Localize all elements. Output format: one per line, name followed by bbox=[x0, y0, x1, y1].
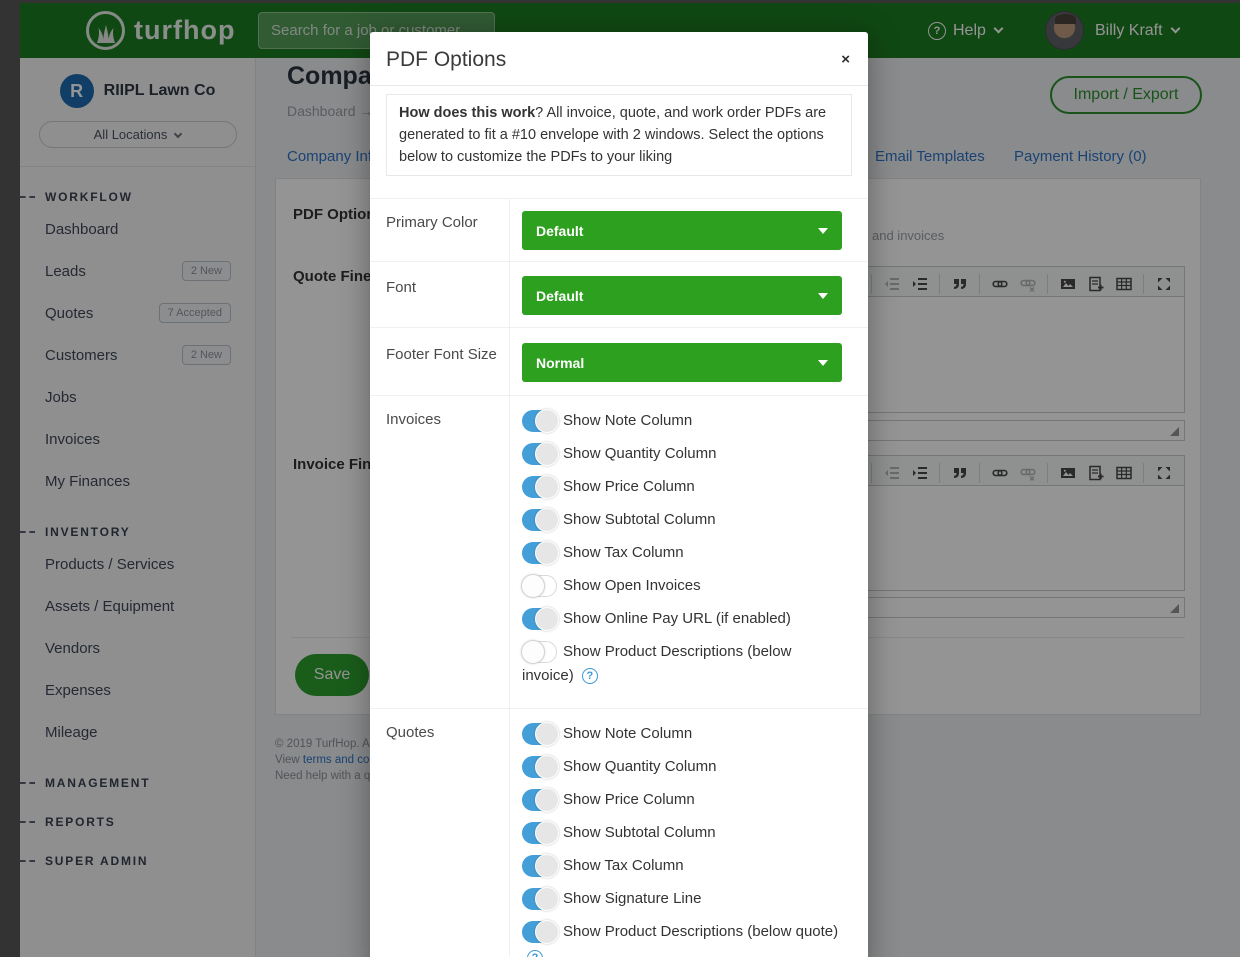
toggle-option: Show Open Invoices bbox=[522, 574, 844, 598]
toggle-switch[interactable] bbox=[522, 822, 557, 844]
toggle-switch[interactable] bbox=[522, 789, 557, 811]
toggle-option: Show Quantity Column bbox=[522, 442, 844, 466]
toggle-switch[interactable] bbox=[522, 476, 557, 498]
toggle-label: Show Quantity Column bbox=[563, 445, 716, 462]
font-select[interactable]: Default bbox=[522, 276, 842, 315]
help-icon[interactable]: ? bbox=[527, 950, 543, 957]
toggle-option: Show Subtotal Column bbox=[522, 821, 844, 845]
toggle-label: Show Tax Column bbox=[563, 857, 684, 874]
invoices-label: Invoices bbox=[370, 396, 510, 708]
toggle-label: Show Subtotal Column bbox=[563, 824, 716, 841]
toggle-option: Show Note Column bbox=[522, 722, 844, 746]
toggle-option: Show Subtotal Column bbox=[522, 508, 844, 532]
toggle-switch[interactable] bbox=[522, 443, 557, 465]
toggle-switch[interactable] bbox=[522, 641, 557, 663]
primary-color-label: Primary Color bbox=[370, 199, 510, 261]
font-row: Font Default bbox=[370, 261, 868, 327]
toggle-switch[interactable] bbox=[522, 921, 557, 943]
primary-color-select[interactable]: Default bbox=[522, 211, 842, 250]
app-window: turfhop ? Help Billy Kraft R RIIPL Lawn … bbox=[0, 0, 1240, 957]
toggle-label: Show Open Invoices bbox=[563, 577, 701, 594]
modal-title: PDF Options bbox=[386, 48, 852, 72]
invoices-row: Invoices Show Note Column Show Quantity … bbox=[370, 395, 868, 708]
toggle-label: Show Product Descriptions (below invoice… bbox=[522, 643, 791, 684]
toggle-option: Show Tax Column bbox=[522, 541, 844, 565]
toggle-switch[interactable] bbox=[522, 410, 557, 432]
toggle-switch[interactable] bbox=[522, 855, 557, 877]
footer-font-size-select[interactable]: Normal bbox=[522, 343, 842, 382]
toggle-option: Show Price Column bbox=[522, 788, 844, 812]
toggle-option: Show Tax Column bbox=[522, 854, 844, 878]
quotes-label: Quotes bbox=[370, 709, 510, 957]
toggle-option: Show Price Column bbox=[522, 475, 844, 499]
pdf-options-modal: PDF Options × How does this work? All in… bbox=[370, 32, 868, 957]
toggle-switch[interactable] bbox=[522, 723, 557, 745]
quotes-toggle-list: Show Note Column Show Quantity Column Sh… bbox=[522, 721, 856, 957]
modal-divider bbox=[370, 85, 868, 86]
toggle-label: Show Price Column bbox=[563, 791, 695, 808]
toggle-option: Show Product Descriptions (below invoice… bbox=[522, 640, 822, 688]
footer-font-size-row: Footer Font Size Normal bbox=[370, 327, 868, 395]
toggle-option: Show Quantity Column bbox=[522, 755, 844, 779]
close-icon[interactable]: × bbox=[841, 52, 850, 67]
toggle-label: Show Note Column bbox=[563, 412, 692, 429]
modal-intro: How does this work? All invoice, quote, … bbox=[386, 94, 852, 176]
quotes-row: Quotes Show Note Column Show Quantity Co… bbox=[370, 708, 868, 957]
footer-font-size-label: Footer Font Size bbox=[370, 328, 510, 395]
toggle-label: Show Tax Column bbox=[563, 544, 684, 561]
toggle-switch[interactable] bbox=[522, 608, 557, 630]
toggle-label: Show Subtotal Column bbox=[563, 511, 716, 528]
toggle-option: Show Signature Line bbox=[522, 887, 844, 911]
toggle-label: Show Note Column bbox=[563, 725, 692, 742]
toggle-label: Show Product Descriptions (below quote) bbox=[563, 923, 838, 940]
intro-bold: How does this work bbox=[399, 105, 535, 121]
toggle-switch[interactable] bbox=[522, 509, 557, 531]
toggle-option: Show Online Pay URL (if enabled) bbox=[522, 607, 844, 631]
toggle-option: Show Product Descriptions (below quote)? bbox=[522, 920, 844, 957]
help-icon[interactable]: ? bbox=[582, 668, 598, 684]
primary-color-row: Primary Color Default bbox=[370, 198, 868, 261]
toggle-label: Show Signature Line bbox=[563, 890, 701, 907]
toggle-label: Show Online Pay URL (if enabled) bbox=[563, 610, 791, 627]
toggle-switch[interactable] bbox=[522, 756, 557, 778]
toggle-switch[interactable] bbox=[522, 542, 557, 564]
toggle-switch[interactable] bbox=[522, 575, 557, 597]
toggle-label: Show Quantity Column bbox=[563, 758, 716, 775]
toggle-switch[interactable] bbox=[522, 888, 557, 910]
toggle-option: Show Note Column bbox=[522, 409, 844, 433]
font-label: Font bbox=[370, 262, 510, 327]
modal-header: PDF Options × bbox=[370, 32, 868, 85]
invoices-toggle-list: Show Note Column Show Quantity Column Sh… bbox=[522, 408, 856, 688]
toggle-label: Show Price Column bbox=[563, 478, 695, 495]
